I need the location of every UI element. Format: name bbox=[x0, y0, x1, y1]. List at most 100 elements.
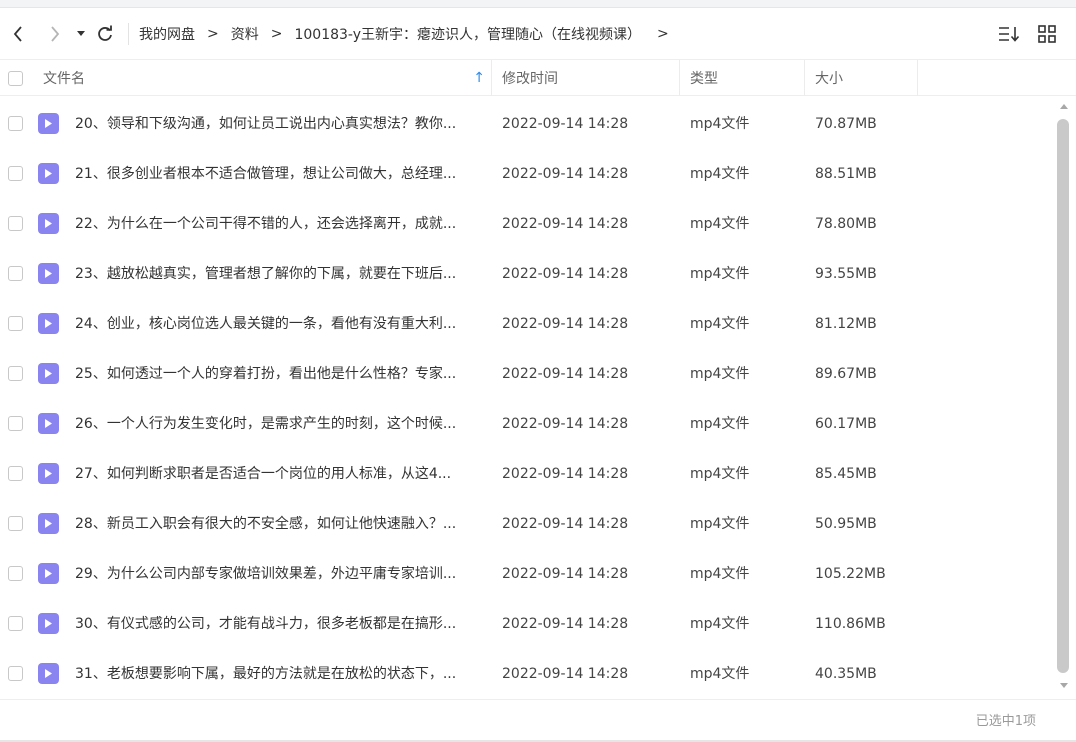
file-size: 85.45MB bbox=[815, 466, 877, 482]
file-name: 28、新员工入职会有很大的不安全感，如何让他快速融入？... bbox=[75, 516, 457, 532]
table-row[interactable]: 27、如何判断求职者是否适合一个岗位的用人标准，从这4... 2022-09-1… bbox=[0, 449, 1054, 499]
column-header-name-label: 文件名 bbox=[43, 71, 85, 87]
file-name: 30、有仪式感的公司，才能有战斗力，很多老板都是在搞形... bbox=[75, 616, 457, 632]
column-divider[interactable] bbox=[917, 60, 918, 96]
table-row[interactable]: 28、新员工入职会有很大的不安全感，如何让他快速融入？... 2022-09-1… bbox=[0, 499, 1054, 549]
row-checkbox[interactable] bbox=[8, 616, 23, 631]
back-button[interactable] bbox=[7, 23, 29, 45]
chevron-right-icon bbox=[51, 25, 60, 42]
table-row[interactable]: 26、一个人行为发生变化时，是需求产生的时刻，这个时候... 2022-09-1… bbox=[0, 399, 1054, 449]
table-row[interactable]: 29、为什么公司内部专家做培训效果差，外边平庸专家培训... 2022-09-1… bbox=[0, 549, 1054, 599]
file-name: 31、老板想要影响下属，最好的方法就是在放松的状态下，... bbox=[75, 666, 457, 682]
file-size: 60.17MB bbox=[815, 416, 877, 432]
file-modified-time: 2022-09-14 14:28 bbox=[502, 316, 629, 332]
table-row[interactable]: 21、很多创业者根本不适合做管理，想让公司做大，总经理... 2022-09-1… bbox=[0, 149, 1054, 199]
sort-list-icon bbox=[999, 27, 1020, 42]
row-checkbox[interactable] bbox=[8, 466, 23, 481]
file-type: mp4文件 bbox=[690, 116, 750, 132]
file-type: mp4文件 bbox=[690, 516, 750, 532]
row-checkbox[interactable] bbox=[8, 516, 23, 531]
file-modified-time: 2022-09-14 14:28 bbox=[502, 216, 629, 232]
video-file-icon bbox=[38, 163, 59, 184]
selection-count: 已选中1项 bbox=[975, 714, 1036, 729]
table-row[interactable]: 30、有仪式感的公司，才能有战斗力，很多老板都是在搞形... 2022-09-1… bbox=[0, 599, 1054, 649]
vertical-scrollbar[interactable] bbox=[1054, 97, 1076, 699]
refresh-button[interactable] bbox=[94, 23, 116, 45]
file-modified-time: 2022-09-14 14:28 bbox=[502, 666, 629, 682]
file-modified-time: 2022-09-14 14:28 bbox=[502, 516, 629, 532]
file-size: 40.35MB bbox=[815, 666, 877, 682]
column-header-modified[interactable]: 修改时间 bbox=[502, 60, 558, 96]
video-file-icon bbox=[38, 513, 59, 534]
file-modified-time: 2022-09-14 14:28 bbox=[502, 166, 629, 182]
breadcrumb-item-current-folder[interactable]: 100183-y王新宇：瘪迹识人，管理随心（在线视频课） bbox=[294, 24, 641, 44]
scrollbar-thumb[interactable] bbox=[1057, 119, 1069, 673]
scroll-up-arrow[interactable] bbox=[1054, 99, 1074, 113]
file-list: 20、领导和下级沟通，如何让员工说出内心真实想法？教你... 2022-09-1… bbox=[0, 97, 1054, 699]
file-modified-time: 2022-09-14 14:28 bbox=[502, 266, 629, 282]
video-file-icon bbox=[38, 663, 59, 684]
row-checkbox[interactable] bbox=[8, 566, 23, 581]
column-divider[interactable] bbox=[491, 60, 492, 96]
breadcrumb-more-chevron[interactable]: > bbox=[657, 26, 669, 42]
sort-ascending-icon: ↑ bbox=[473, 70, 485, 86]
breadcrumb-item-my-drive[interactable]: 我的网盘 bbox=[139, 24, 195, 44]
file-name: 22、为什么在一个公司干得不错的人，还会选择离开，成就... bbox=[75, 216, 457, 232]
row-checkbox[interactable] bbox=[8, 666, 23, 681]
row-checkbox[interactable] bbox=[8, 216, 23, 231]
triangle-down-icon bbox=[1060, 682, 1068, 688]
grid-view-button[interactable] bbox=[1036, 22, 1058, 46]
video-file-icon bbox=[38, 413, 59, 434]
file-type: mp4文件 bbox=[690, 366, 750, 382]
breadcrumb-separator: > bbox=[207, 25, 219, 42]
select-all-cell bbox=[8, 60, 23, 96]
video-file-icon bbox=[38, 563, 59, 584]
table-row[interactable]: 24、创业，核心岗位选人最关键的一条，看他有没有重大利... 2022-09-1… bbox=[0, 299, 1054, 349]
row-checkbox[interactable] bbox=[8, 116, 23, 131]
column-divider[interactable] bbox=[804, 60, 805, 96]
video-file-icon bbox=[38, 363, 59, 384]
file-name: 23、越放松越真实，管理者想了解你的下属，就要在下班后... bbox=[75, 266, 457, 282]
history-dropdown-button[interactable] bbox=[74, 23, 88, 45]
file-modified-time: 2022-09-14 14:28 bbox=[502, 616, 629, 632]
chevron-left-icon bbox=[13, 25, 22, 42]
file-type: mp4文件 bbox=[690, 166, 750, 182]
file-modified-time: 2022-09-14 14:28 bbox=[502, 366, 629, 382]
column-header-size[interactable]: 大小 bbox=[815, 60, 843, 96]
forward-button[interactable] bbox=[44, 23, 66, 45]
file-size: 88.51MB bbox=[815, 166, 877, 182]
file-size: 110.86MB bbox=[815, 616, 886, 632]
video-file-icon bbox=[38, 463, 59, 484]
breadcrumb: 我的网盘 > 资料 > 100183-y王新宇：瘪迹识人，管理随心（在线视频课）… bbox=[139, 24, 681, 44]
row-checkbox[interactable] bbox=[8, 416, 23, 431]
file-modified-time: 2022-09-14 14:28 bbox=[502, 416, 629, 432]
row-checkbox[interactable] bbox=[8, 366, 23, 381]
scroll-down-arrow[interactable] bbox=[1054, 678, 1074, 692]
window-top-strip bbox=[0, 0, 1076, 8]
table-row[interactable]: 25、如何透过一个人的穿着打扮，看出他是什么性格？专家... 2022-09-1… bbox=[0, 349, 1054, 399]
caret-down-icon bbox=[77, 30, 85, 36]
file-size: 89.67MB bbox=[815, 366, 877, 382]
status-bar: 已选中1项 bbox=[0, 699, 1076, 742]
file-type: mp4文件 bbox=[690, 616, 750, 632]
file-type: mp4文件 bbox=[690, 316, 750, 332]
row-checkbox[interactable] bbox=[8, 166, 23, 181]
file-type: mp4文件 bbox=[690, 466, 750, 482]
table-row[interactable]: 31、老板想要影响下属，最好的方法就是在放松的状态下，... 2022-09-1… bbox=[0, 649, 1054, 699]
table-row[interactable]: 22、为什么在一个公司干得不错的人，还会选择离开，成就... 2022-09-1… bbox=[0, 199, 1054, 249]
sort-button[interactable] bbox=[998, 22, 1020, 46]
file-name: 24、创业，核心岗位选人最关键的一条，看他有没有重大利... bbox=[75, 316, 457, 332]
table-row[interactable]: 20、领导和下级沟通，如何让员工说出内心真实想法？教你... 2022-09-1… bbox=[0, 99, 1054, 149]
row-checkbox[interactable] bbox=[8, 316, 23, 331]
table-row[interactable]: 23、越放松越真实，管理者想了解你的下属，就要在下班后... 2022-09-1… bbox=[0, 249, 1054, 299]
file-type: mp4文件 bbox=[690, 666, 750, 682]
file-size: 78.80MB bbox=[815, 216, 877, 232]
column-header-name[interactable]: 文件名 ↑ bbox=[43, 60, 491, 96]
column-divider[interactable] bbox=[679, 60, 680, 96]
file-type: mp4文件 bbox=[690, 566, 750, 582]
breadcrumb-item-materials[interactable]: 资料 bbox=[231, 24, 259, 44]
select-all-checkbox[interactable] bbox=[8, 70, 23, 86]
column-header-type[interactable]: 类型 bbox=[690, 60, 718, 96]
row-checkbox[interactable] bbox=[8, 266, 23, 281]
file-name: 21、很多创业者根本不适合做管理，想让公司做大，总经理... bbox=[75, 166, 457, 182]
